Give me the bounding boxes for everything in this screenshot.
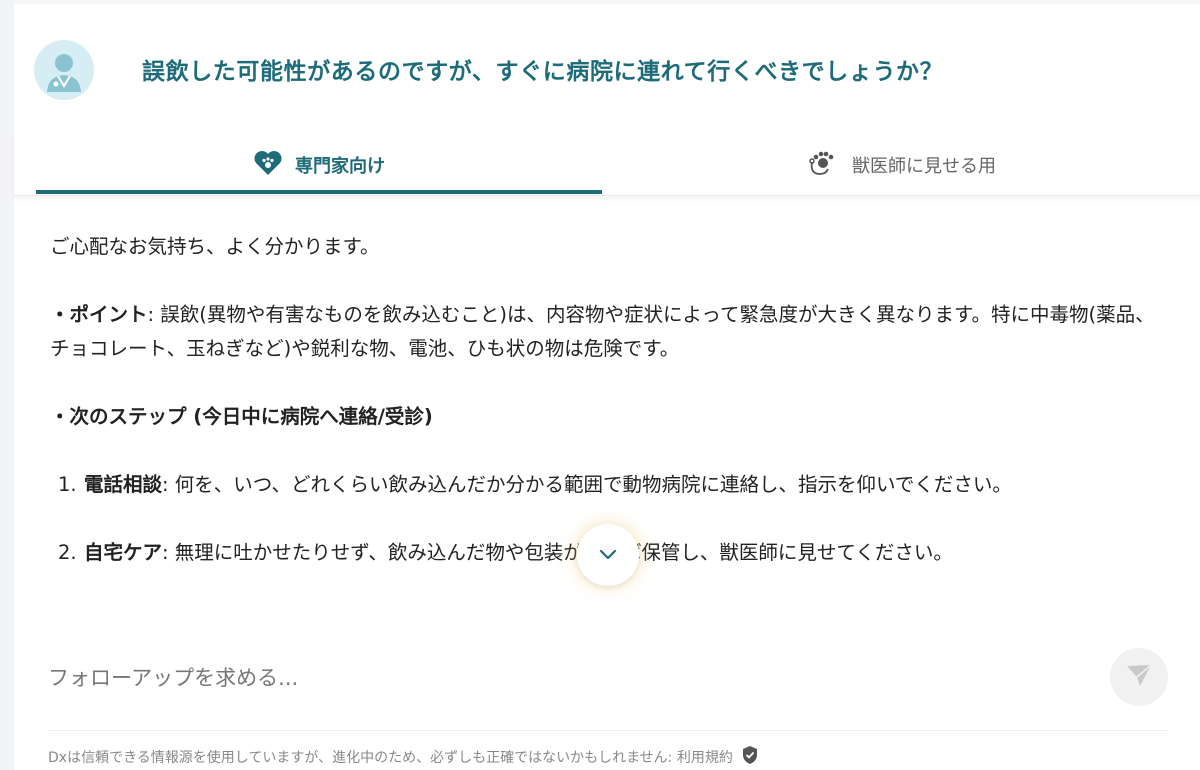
followup-input[interactable] [48, 658, 1088, 698]
heart-paw-icon [253, 149, 283, 182]
top-border [14, 0, 1200, 4]
disclaimer-text: Dxは信頼できる情報源を使用していますが、進化中のため、必ずしも正確ではないかも… [48, 750, 733, 766]
send-button[interactable] [1110, 648, 1168, 706]
step-text: : 無理に吐かせたりせず、飲み込んだ物や包装があれば保管し、獣医師に見せてくださ… [162, 541, 953, 564]
next-steps-heading: ・次のステップ (今日中に病院へ連絡/受診) [50, 405, 433, 428]
answer-intro: ご心配なお気持ち、よく分かります。 [50, 235, 380, 258]
disclaimer: Dxは信頼できる情報源を使用していますが、進化中のため、必ずしも正確ではないかも… [48, 745, 759, 769]
left-rail [0, 0, 14, 770]
tab-vet-label: 獣医師に見せる用 [852, 156, 996, 177]
chevron-down-icon [598, 546, 618, 565]
question-title: 誤飲した可能性があるのですが、すぐに病院に連れて行くべきでしょうか？ [142, 59, 944, 85]
followup-bar [34, 648, 1174, 708]
active-tab-indicator [36, 190, 602, 194]
list-number: 2. [58, 541, 77, 564]
send-icon [1125, 662, 1153, 692]
answer-point: ・ポイント: 誤飲(異物や有害なものを飲み込むこと)は、内容物や症状によって緊急… [50, 298, 1170, 366]
content-fade [14, 600, 1200, 640]
scroll-down-button[interactable] [577, 524, 639, 586]
step-text: : 何を、いつ、どれくらい飲み込んだか分かる範囲で動物病院に連絡し、指示を仰いで… [162, 473, 1012, 496]
tab-expert-label: 専門家向け [295, 156, 385, 177]
footer-divider [48, 730, 1168, 731]
shield-check-icon [741, 745, 759, 769]
vet-avatar-icon [34, 40, 94, 100]
list-item: 1. 電話相談: 何を、いつ、どれくらい飲み込んだか分かる範囲で動物病院に連絡し… [50, 468, 1170, 502]
point-heading: ・ポイント [50, 303, 148, 326]
point-text: : 誤飲(異物や有害なものを飲み込むこと)は、内容物や症状によって緊急度が大きく… [50, 303, 1155, 360]
tab-vet[interactable]: 獣医師に見せる用 [602, 134, 1200, 196]
tab-expert[interactable]: 専門家向け [36, 134, 602, 196]
answer-tabs: 専門家向け 獣医師に見せる用 [14, 134, 1200, 196]
step-title: 自宅ケア [84, 541, 163, 564]
paw-stethoscope-icon [806, 148, 840, 183]
list-number: 1. [58, 473, 77, 496]
step-title: 電話相談 [84, 473, 163, 496]
